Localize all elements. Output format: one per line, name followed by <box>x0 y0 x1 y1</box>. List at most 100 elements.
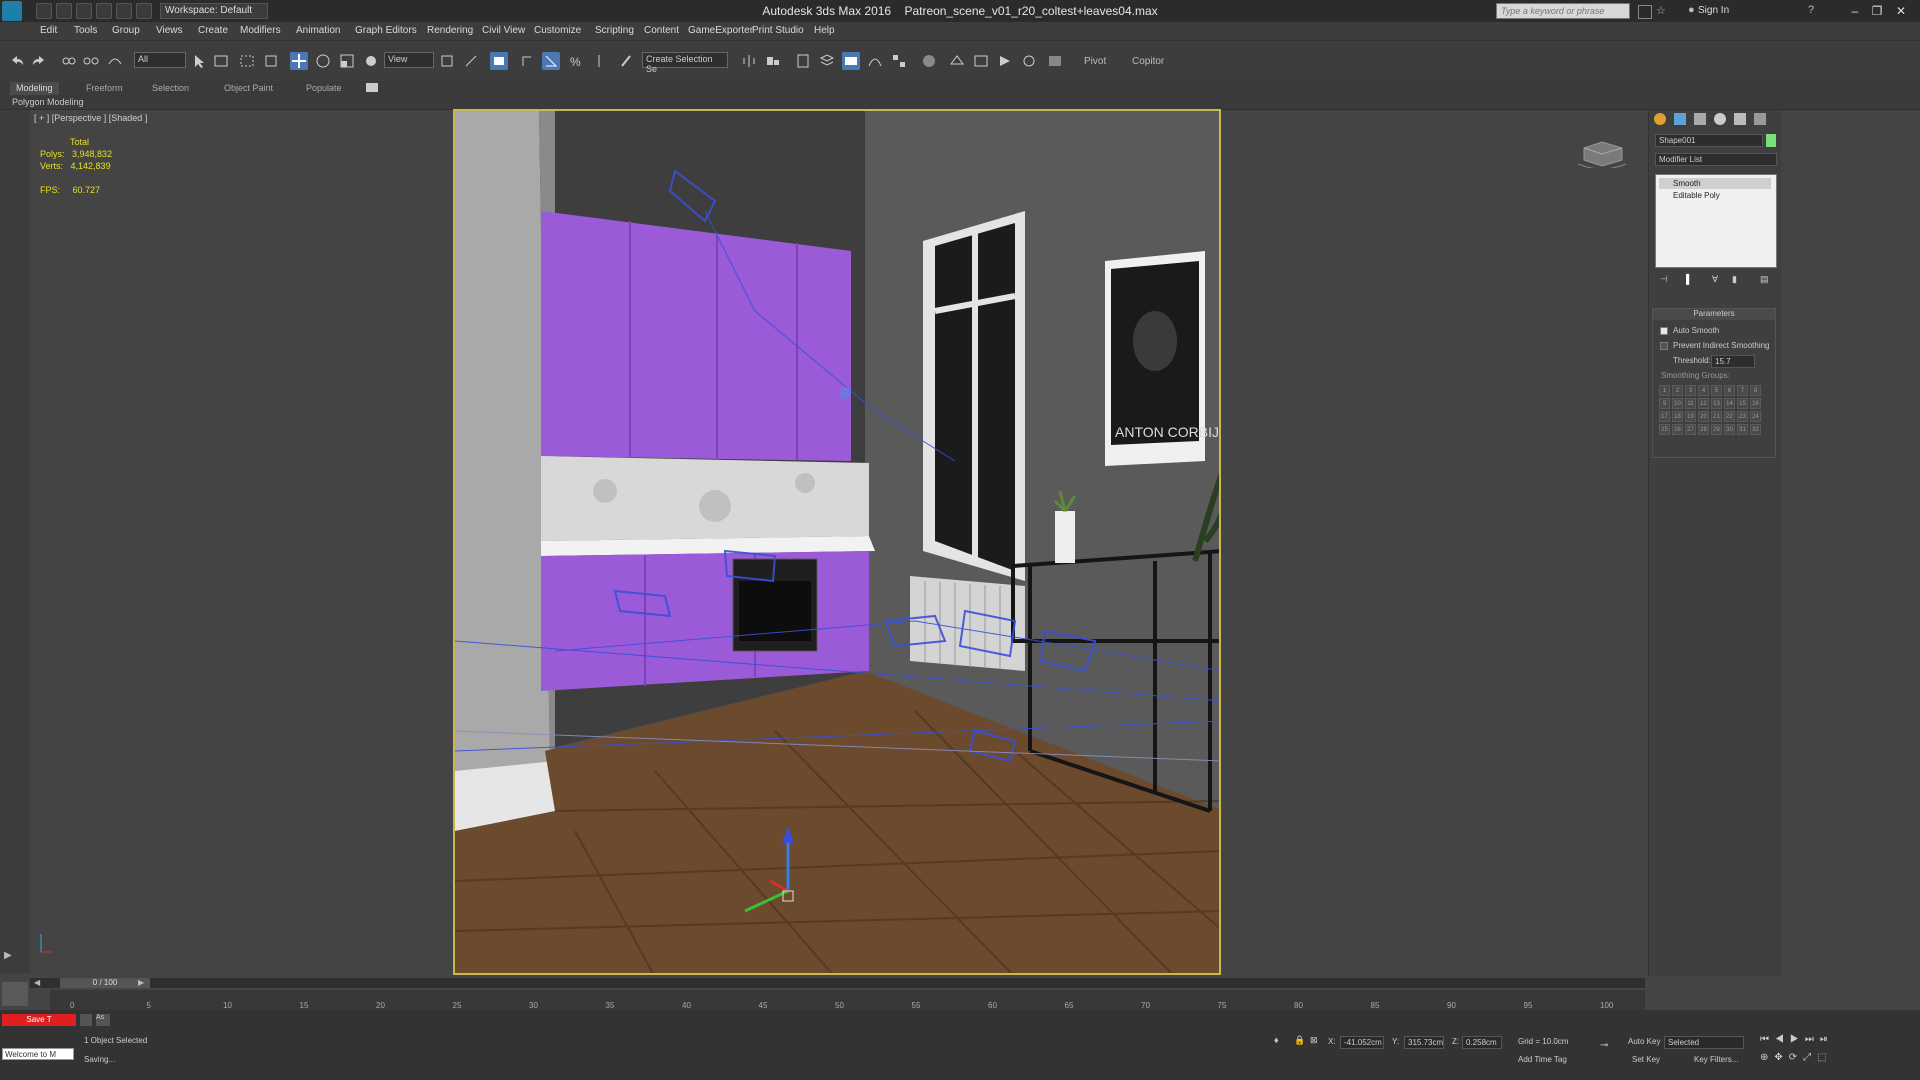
binoculars-icon[interactable] <box>1638 5 1652 19</box>
link-icon[interactable] <box>60 52 78 70</box>
sign-in-link[interactable]: Sign In <box>1698 5 1729 16</box>
menu-tools[interactable]: Tools <box>74 25 97 36</box>
menu-views[interactable]: Views <box>156 25 183 36</box>
menu-graph-editors[interactable]: Graph Editors <box>355 25 417 36</box>
layer-explorer-icon[interactable] <box>818 52 836 70</box>
parameters-title[interactable]: Parameters <box>1653 309 1775 320</box>
smoothing-group-button[interactable]: 30 <box>1724 424 1735 435</box>
user-icon[interactable]: ● <box>1688 4 1695 16</box>
save-status[interactable]: Save T <box>2 1014 76 1026</box>
pin-stack-icon[interactable]: ⊣ <box>1660 274 1668 285</box>
smoothing-group-button[interactable]: 20 <box>1698 411 1709 422</box>
mirror-icon[interactable] <box>740 52 758 70</box>
smoothing-group-button[interactable]: 16 <box>1750 398 1761 409</box>
star-icon[interactable]: ☆ <box>1656 4 1666 17</box>
timeline-bar[interactable] <box>30 978 1645 988</box>
modify-tab-icon[interactable] <box>1674 113 1686 125</box>
viewcube-icon[interactable] <box>1577 138 1627 170</box>
as-icon[interactable]: As <box>96 1014 110 1026</box>
z-coordinate-field[interactable]: 0.258cm <box>1462 1036 1502 1049</box>
named-selection-dropdown[interactable]: Create Selection Se <box>642 52 728 74</box>
auto-smooth-checkbox[interactable] <box>1660 327 1668 335</box>
show-end-result-icon[interactable]: ▌ <box>1686 274 1692 284</box>
smoothing-group-button[interactable]: 13 <box>1711 398 1722 409</box>
smoothing-group-button[interactable]: 23 <box>1737 411 1748 422</box>
percent-snap-icon[interactable]: % <box>566 52 584 70</box>
undo-icon[interactable] <box>8 52 26 70</box>
smoothing-group-button[interactable]: 22 <box>1724 411 1735 422</box>
playback-controls[interactable]: ⏮◀▶⏭⏯ <box>1760 1034 1910 1048</box>
rect-region-icon[interactable] <box>238 52 256 70</box>
make-unique-icon[interactable]: ∀ <box>1712 274 1718 285</box>
smoothing-group-button[interactable]: 25 <box>1659 424 1670 435</box>
tab-populate[interactable]: Populate <box>300 82 348 95</box>
menu-print-studio[interactable]: Print Studio <box>752 25 804 36</box>
menu-customize[interactable]: Customize <box>534 25 581 36</box>
reference-coord-dropdown[interactable]: View <box>384 52 434 68</box>
auto-key-button[interactable]: Auto Key <box>1628 1037 1660 1046</box>
select-manipulate-icon[interactable] <box>462 52 480 70</box>
move-icon[interactable] <box>290 52 308 70</box>
keyboard-shortcut-toggle-icon[interactable] <box>490 52 508 70</box>
edit-named-selection-icon[interactable] <box>618 52 636 70</box>
smoothing-group-button[interactable]: 11 <box>1685 398 1696 409</box>
menu-scripting[interactable]: Scripting <box>595 25 634 36</box>
unlink-icon[interactable] <box>82 52 100 70</box>
pivot-button[interactable]: Pivot <box>1084 56 1106 67</box>
menu-animation[interactable]: Animation <box>296 25 340 36</box>
smoothing-group-button[interactable]: 15 <box>1737 398 1748 409</box>
ribbon-toggle-icon[interactable] <box>366 83 378 92</box>
time-prev-icon[interactable]: ◀ <box>34 978 40 987</box>
remove-modifier-icon[interactable]: ▮ <box>1732 274 1737 285</box>
scene-explorer-icon[interactable] <box>794 52 812 70</box>
place-icon[interactable] <box>362 52 380 70</box>
add-time-tag-button[interactable]: Add Time Tag <box>1518 1055 1567 1064</box>
maxscript-listener[interactable]: Welcome to M <box>2 1048 74 1060</box>
curve-editor-icon[interactable] <box>866 52 884 70</box>
snaps-toggle-icon[interactable] <box>518 52 536 70</box>
smoothing-group-button[interactable]: 7 <box>1737 385 1748 396</box>
smoothing-group-button[interactable]: 27 <box>1685 424 1696 435</box>
align-icon[interactable] <box>764 52 782 70</box>
smoothing-group-button[interactable]: 4 <box>1698 385 1709 396</box>
smoothing-group-button[interactable]: 14 <box>1724 398 1735 409</box>
menu-civil-view[interactable]: Civil View <box>482 25 525 36</box>
time-slider[interactable]: 0 / 100 <box>60 978 150 988</box>
minimize-button[interactable]: – <box>1844 2 1866 20</box>
key-icon[interactable]: ⊸ <box>1600 1040 1608 1051</box>
selected-dropdown[interactable]: Selected <box>1664 1036 1744 1049</box>
search-input[interactable]: Type a keyword or phrase <box>1496 3 1630 19</box>
smoothing-group-button[interactable]: 5 <box>1711 385 1722 396</box>
stack-item-editable-poly[interactable]: Editable Poly <box>1659 190 1771 201</box>
x-coordinate-field[interactable]: -41.052cm <box>1340 1036 1384 1049</box>
menu-edit[interactable]: Edit <box>40 25 57 36</box>
smoothing-group-button[interactable]: 17 <box>1659 411 1670 422</box>
threshold-spinner[interactable]: 15.7 <box>1711 355 1755 368</box>
viewport-label[interactable]: [ + ] [Perspective ] [Shaded ] <box>34 113 147 123</box>
menu-gameexporter[interactable]: GameExporter <box>688 25 753 36</box>
render-production-icon[interactable] <box>996 52 1014 70</box>
bind-space-warp-icon[interactable] <box>106 52 124 70</box>
angle-snap-icon[interactable] <box>542 52 560 70</box>
key-filters-button[interactable]: Key Filters... <box>1694 1055 1738 1064</box>
smoothing-group-button[interactable]: 1 <box>1659 385 1670 396</box>
menu-rendering[interactable]: Rendering <box>427 25 473 36</box>
create-tab-icon[interactable] <box>1654 113 1666 125</box>
smoothing-group-button[interactable]: 2 <box>1672 385 1683 396</box>
set-key-button[interactable]: Set Key <box>1632 1055 1660 1064</box>
close-button[interactable]: ✕ <box>1890 2 1912 20</box>
utilities-tab-icon[interactable] <box>1754 113 1766 125</box>
copitor-button[interactable]: Copitor <box>1132 56 1164 67</box>
prevent-indirect-checkbox[interactable] <box>1660 342 1668 350</box>
viewport-nav-controls[interactable]: ⊕✥⟳⤢⬚ <box>1760 1052 1910 1066</box>
render-iterative-icon[interactable] <box>1020 52 1038 70</box>
smoothing-group-button[interactable]: 19 <box>1685 411 1696 422</box>
modifier-list-dropdown[interactable]: Modifier List <box>1655 153 1777 166</box>
configure-sets-icon[interactable]: ▤ <box>1760 274 1769 285</box>
window-crossing-icon[interactable] <box>262 52 280 70</box>
rendered-frame-icon[interactable] <box>972 52 990 70</box>
display-tab-icon[interactable] <box>1734 113 1746 125</box>
tab-object-paint[interactable]: Object Paint <box>218 82 279 95</box>
smoothing-group-button[interactable]: 8 <box>1750 385 1761 396</box>
smoothing-group-button[interactable]: 29 <box>1711 424 1722 435</box>
